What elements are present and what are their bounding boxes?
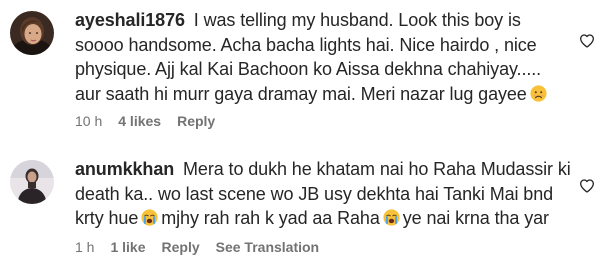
crying-face-emoji-icon (383, 209, 400, 226)
comment-text: anumkkhan Mera to dukh he khatam nai ho … (75, 157, 571, 231)
comment-item: anumkkhan Mera to dukh he khatam nai ho … (0, 144, 607, 260)
avatar[interactable] (10, 160, 54, 204)
comment-username[interactable]: anumkkhan (75, 159, 179, 179)
avatar-image (10, 160, 54, 204)
avatar[interactable] (10, 11, 54, 55)
heart-icon[interactable] (579, 33, 595, 49)
comment-message-part3: ye nai krna tha yar (402, 208, 549, 229)
crying-face-emoji-icon (141, 209, 158, 226)
comment-meta: 1 h 1 like Reply See Translation (75, 239, 319, 255)
comment-time: 1 h (75, 239, 95, 255)
comments-list: ayeshali1876 I was telling my husband. L… (0, 0, 607, 260)
comment-body: ayeshali1876 I was telling my husband. L… (75, 8, 571, 106)
comment-text: ayeshali1876 I was telling my husband. L… (75, 8, 571, 106)
heart-icon[interactable] (579, 178, 595, 194)
comment-body: anumkkhan Mera to dukh he khatam nai ho … (75, 157, 571, 231)
likes-count[interactable]: 4 likes (118, 113, 161, 129)
see-translation-button[interactable]: See Translation (216, 239, 319, 255)
reply-button[interactable]: Reply (177, 113, 215, 129)
likes-count[interactable]: 1 like (110, 239, 145, 255)
comment-time: 10 h (75, 113, 103, 129)
comment-username[interactable]: ayeshali1876 (75, 10, 190, 30)
comment-meta: 10 h 4 likes Reply (75, 113, 215, 129)
reply-button[interactable]: Reply (162, 239, 200, 255)
comment-message-part2: mjhy rah rah k yad aa Raha (161, 208, 380, 229)
avatar-image (10, 11, 54, 55)
comment-item: ayeshali1876 I was telling my husband. L… (0, 0, 607, 136)
sad-face-emoji-icon (530, 85, 547, 102)
